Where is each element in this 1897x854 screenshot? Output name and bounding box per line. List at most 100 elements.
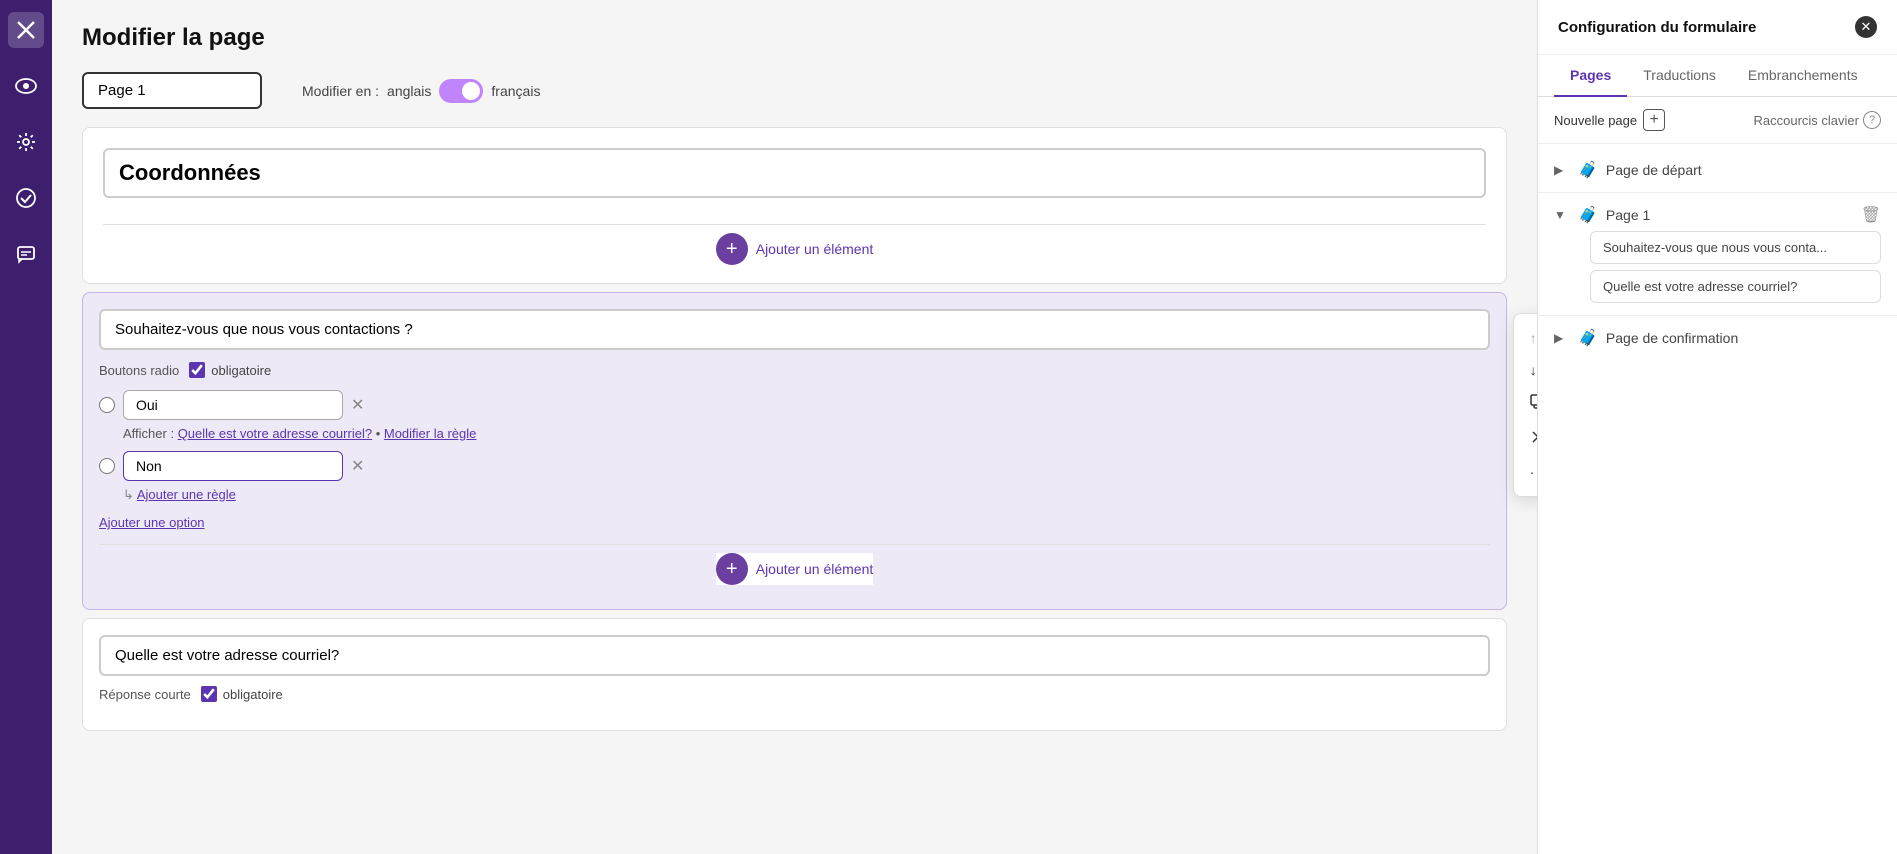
email-question-input[interactable]	[99, 635, 1490, 676]
logo-icon[interactable]	[8, 12, 44, 48]
context-more[interactable]: ··· Plus	[1514, 456, 1537, 488]
chevron-down-1[interactable]: ▼	[1554, 208, 1570, 222]
question-meta-contact: Boutons radio obligatoire	[99, 362, 1490, 378]
move-down-icon: ↓	[1530, 362, 1537, 378]
add-circle-icon: +	[716, 233, 748, 265]
context-delete[interactable]: Supprimer	[1514, 421, 1537, 456]
add-element-button-top[interactable]: + Ajouter un élément	[716, 233, 874, 265]
add-rule-link[interactable]: Ajouter une règle	[137, 487, 236, 502]
add-element-bar-bottom: + Ajouter un élément	[99, 544, 1490, 593]
new-page-label: Nouvelle page	[1554, 113, 1637, 128]
chevron-right-depart[interactable]: ▶	[1554, 163, 1570, 177]
duplicate-icon	[1530, 394, 1537, 413]
context-move-down[interactable]: ↓ Déplacer vers le bas	[1514, 354, 1537, 386]
page-item-1: ▼ 🧳 Page 1 🗑 Souhaitez-vous que nous vou…	[1538, 197, 1897, 311]
email-type-label: Réponse courte	[99, 687, 191, 702]
move-up-icon: ↑	[1530, 330, 1537, 346]
child-item-email[interactable]: Quelle est votre adresse courriel?	[1590, 270, 1881, 303]
afficher-label: Afficher :	[123, 426, 174, 441]
question-type-label: Boutons radio	[99, 363, 179, 378]
page-label-depart: Page de départ	[1606, 162, 1881, 178]
top-bar: Modifier en : anglais français	[82, 72, 1507, 109]
pages-list: ▶ 🧳 Page de départ ▼ 🧳 Page 1 🗑 Souhaite…	[1538, 144, 1897, 364]
email-mandatory-label: obligatoire	[223, 687, 283, 702]
new-page-icon: +	[1643, 109, 1665, 131]
divider-1	[1538, 192, 1897, 193]
page-icon-1: 🧳	[1578, 205, 1598, 225]
language-toggle-switch[interactable]	[439, 79, 483, 103]
modify-rule-link[interactable]: Modifier la règle	[384, 426, 477, 441]
email-mandatory-checkbox[interactable]	[201, 686, 217, 702]
page-item-header-1: ▼ 🧳 Page 1 🗑	[1554, 205, 1881, 225]
more-icon: ···	[1530, 464, 1537, 480]
context-duplicate[interactable]: Dupliquer	[1514, 386, 1537, 421]
chevron-right-confirmation[interactable]: ▶	[1554, 331, 1570, 345]
shortcuts-label: Raccourcis clavier	[1754, 113, 1859, 128]
close-panel-button[interactable]: ✕	[1855, 16, 1877, 38]
shortcuts-link[interactable]: Raccourcis clavier ?	[1754, 111, 1881, 129]
main-content: Modifier la page Modifier en : anglais f…	[52, 0, 1537, 854]
email-mandatory-checkbox-label[interactable]: obligatoire	[201, 686, 283, 702]
rule-question-link[interactable]: Quelle est votre adresse courriel?	[178, 426, 372, 441]
new-page-button[interactable]: Nouvelle page +	[1554, 109, 1665, 131]
page-name-input[interactable]	[82, 72, 262, 109]
right-panel: Configuration du formulaire ✕ Pages Trad…	[1537, 0, 1897, 854]
page-icon-confirmation: 🧳	[1578, 328, 1598, 348]
right-panel-header: Configuration du formulaire ✕	[1538, 0, 1897, 55]
email-question-card: Réponse courte obligatoire	[82, 618, 1507, 731]
divider-2	[1538, 315, 1897, 316]
rule-separator: •	[376, 426, 384, 441]
check-icon[interactable]	[8, 180, 44, 216]
add-rule-sub-item: ↳ Ajouter une règle	[123, 487, 1490, 503]
section-title-input[interactable]	[103, 148, 1486, 198]
context-menu: ↑ Déplacer vers le haut ↓ Déplacer vers …	[1513, 313, 1537, 497]
radio-oui[interactable]	[99, 397, 115, 413]
radio-option-non: ✕	[99, 451, 1490, 481]
add-element-label-bottom: Ajouter un élément	[756, 561, 874, 577]
option-input-oui[interactable]	[123, 390, 343, 420]
remove-option-non[interactable]: ✕	[351, 456, 364, 476]
delete-icon	[1530, 429, 1537, 448]
modifier-en-label: Modifier en :	[302, 83, 379, 99]
language-left-label: anglais	[387, 83, 431, 99]
remove-option-oui[interactable]: ✕	[351, 395, 364, 415]
page-1-children: Souhaitez-vous que nous vous conta... Qu…	[1590, 231, 1881, 303]
message-icon[interactable]	[8, 236, 44, 272]
page-label-1: Page 1	[1606, 207, 1853, 223]
tab-pages[interactable]: Pages	[1554, 55, 1627, 97]
add-element-label-top: Ajouter un élément	[756, 241, 874, 257]
page-item-confirmation: ▶ 🧳 Page de confirmation	[1538, 320, 1897, 356]
right-panel-tabs: Pages Traductions Embranchements	[1538, 55, 1897, 97]
page-item-header-depart: ▶ 🧳 Page de départ	[1554, 160, 1881, 180]
add-element-button-bottom[interactable]: + Ajouter un élément	[716, 553, 874, 585]
tab-traductions[interactable]: Traductions	[1627, 55, 1732, 97]
tab-embranchements[interactable]: Embranchements	[1732, 55, 1874, 97]
left-sidebar	[0, 0, 52, 854]
language-toggle: Modifier en : anglais français	[302, 79, 540, 103]
radio-option-oui: ✕	[99, 390, 1490, 420]
gear-icon[interactable]	[8, 124, 44, 160]
add-element-bar-top: + Ajouter un élément	[103, 224, 1486, 273]
page-item-header-confirmation: ▶ 🧳 Page de confirmation	[1554, 328, 1881, 348]
context-move-up[interactable]: ↑ Déplacer vers le haut	[1514, 322, 1537, 354]
question-card-contact: Boutons radio obligatoire ✕ Afficher : Q…	[82, 292, 1507, 610]
language-right-label: français	[491, 83, 540, 99]
eye-icon[interactable]	[8, 68, 44, 104]
mandatory-checkbox[interactable]	[189, 362, 205, 378]
add-option-link[interactable]: Ajouter une option	[99, 515, 205, 530]
email-question-meta: Réponse courte obligatoire	[99, 686, 1490, 702]
delete-page-1-icon[interactable]: 🗑	[1861, 205, 1881, 225]
page-item-depart: ▶ 🧳 Page de départ	[1538, 152, 1897, 188]
mandatory-checkbox-label[interactable]: obligatoire	[189, 362, 271, 378]
radio-non[interactable]	[99, 458, 115, 474]
afficher-sub-item: Afficher : Quelle est votre adresse cour…	[123, 426, 1490, 441]
right-panel-title: Configuration du formulaire	[1558, 19, 1756, 36]
page-title: Modifier la page	[82, 24, 1507, 52]
child-item-contact[interactable]: Souhaitez-vous que nous vous conta...	[1590, 231, 1881, 264]
mandatory-label: obligatoire	[211, 363, 271, 378]
option-input-non[interactable]	[123, 451, 343, 481]
page-icon-depart: 🧳	[1578, 160, 1598, 180]
section-card-coordonnees: + Ajouter un élément	[82, 127, 1507, 284]
question-input-contact[interactable]	[99, 309, 1490, 350]
page-label-confirmation: Page de confirmation	[1606, 330, 1881, 346]
